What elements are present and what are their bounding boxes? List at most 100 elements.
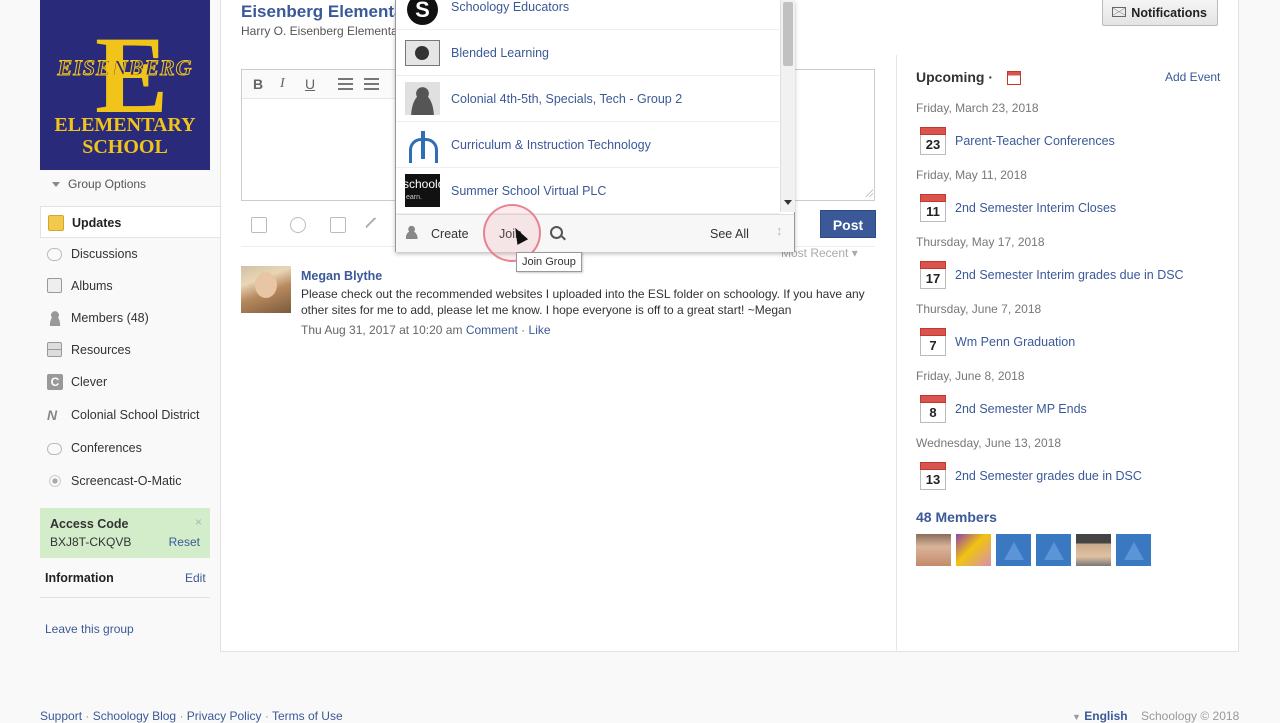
bullet-list-icon[interactable] <box>338 78 353 90</box>
sidebar-item-label: Albums <box>71 279 113 293</box>
chevron-down-icon <box>52 182 60 188</box>
discussions-icon <box>47 248 62 261</box>
sidebar-item-updates[interactable]: Updates <box>40 206 220 238</box>
post-meta: Thu Aug 31, 2017 at 10:20 am Comment · L… <box>301 323 551 337</box>
search-icon-handle <box>561 235 566 241</box>
group-item-blended-learning[interactable]: Blended Learning <box>396 30 779 76</box>
calendar-day-icon: 7 <box>920 328 946 356</box>
reorder-icon[interactable]: ↕ <box>776 223 783 238</box>
sidebar-item-label: Clever <box>71 375 108 389</box>
calendar-top <box>920 261 946 269</box>
see-all-link[interactable]: See All <box>710 227 749 241</box>
group-item-schoology-educators[interactable]: S Schoology Educators <box>396 0 779 30</box>
calendar-top <box>920 395 946 403</box>
italic-button[interactable]: I <box>280 76 285 92</box>
avatar[interactable] <box>241 266 291 313</box>
group-item-curriculum-instruction[interactable]: Curriculum & Instruction Technology <box>396 122 779 168</box>
attach-resource-icon[interactable] <box>330 217 346 233</box>
event-date: Friday, May 11, 2018 <box>916 168 1027 182</box>
member-avatar[interactable] <box>916 534 951 566</box>
member-avatar-default[interactable] <box>1036 534 1071 566</box>
reset-access-code-link[interactable]: Reset <box>169 535 200 549</box>
post-button[interactable]: Post <box>820 210 876 238</box>
group-options-menu[interactable]: Group Options <box>52 177 146 191</box>
members-icon <box>47 310 63 326</box>
event-day: 8 <box>929 405 937 420</box>
group-logo[interactable]: E EISENBERG ELEMENTARY SCHOOL <box>40 0 210 170</box>
scroll-down-arrow-icon[interactable] <box>784 200 792 205</box>
member-avatar-default[interactable] <box>1116 534 1151 566</box>
calendar-day-icon: 11 <box>920 194 946 222</box>
post-author[interactable]: Megan Blythe <box>301 269 382 283</box>
language-selector[interactable]: ▼ English <box>1072 709 1128 723</box>
column-divider <box>896 55 897 652</box>
footer-terms-link[interactable]: Terms of Use <box>272 709 343 723</box>
event-title-link[interactable]: 2nd Semester Interim Closes <box>955 201 1116 215</box>
event-title-link[interactable]: Parent-Teacher Conferences <box>955 134 1115 148</box>
group-item-label: Schoology Educators <box>451 0 570 14</box>
footer-privacy-link[interactable]: Privacy Policy <box>187 709 262 723</box>
underline-button[interactable]: U <box>305 76 315 92</box>
page-subtitle[interactable]: Harry O. Eisenberg Elementa <box>241 24 398 38</box>
event-date: Friday, March 23, 2018 <box>916 101 1039 115</box>
close-icon[interactable]: × <box>195 515 202 529</box>
sidebar-item-discussions[interactable]: Discussions <box>40 238 220 270</box>
event-title-link[interactable]: 2nd Semester grades due in DSC <box>955 469 1142 483</box>
calendar-top <box>920 127 946 135</box>
updates-icon <box>48 215 64 231</box>
sidebar-divider <box>40 597 210 598</box>
leave-group-link[interactable]: Leave this group <box>45 622 134 636</box>
member-avatar-default[interactable] <box>996 534 1031 566</box>
members-heading[interactable]: 48 Members <box>916 509 997 525</box>
group-item-label: Colonial 4th-5th, Specials, Tech - Group… <box>451 92 683 106</box>
bold-button[interactable]: B <box>253 76 263 92</box>
separator: · <box>179 709 184 723</box>
screencast-icon <box>49 475 61 487</box>
member-avatar[interactable] <box>1076 534 1111 566</box>
calendar-day-icon: 23 <box>920 127 946 155</box>
event-day: 23 <box>925 137 941 152</box>
group-item-colonial-4th-5th[interactable]: Colonial 4th-5th, Specials, Tech - Group… <box>396 76 779 122</box>
resize-handle-icon[interactable] <box>864 188 873 197</box>
district-icon: N <box>47 407 58 423</box>
calendar-icon[interactable] <box>1007 71 1021 85</box>
schoology-logo-icon: S <box>407 0 438 25</box>
sidebar-item-resources[interactable]: Resources <box>40 334 220 366</box>
sidebar-item-members[interactable]: Members (48) <box>40 302 220 334</box>
dropdown-scrollbar[interactable] <box>780 0 795 212</box>
attach-link-icon[interactable] <box>290 217 306 233</box>
sidebar-item-colonial-school-district[interactable]: N Colonial School District <box>40 399 220 431</box>
comment-link[interactable]: Comment <box>466 323 518 337</box>
event-date: Thursday, June 7, 2018 <box>916 302 1042 316</box>
conferences-icon <box>47 443 62 455</box>
blended-learning-icon <box>405 40 440 66</box>
group-item-summer-school[interactable]: schoolo earn. togeth Summer School Virtu… <box>396 168 779 214</box>
avatar-face <box>255 272 277 298</box>
sidebar-item-screencast[interactable]: Screencast-O-Matic <box>40 465 220 497</box>
attach-file-icon[interactable] <box>251 217 267 233</box>
event-title-link[interactable]: Wm Penn Graduation <box>955 335 1075 349</box>
member-avatar[interactable] <box>956 534 991 566</box>
sidebar-item-clever[interactable]: C Clever <box>40 366 220 398</box>
event-title-link[interactable]: 2nd Semester Interim grades due in DSC <box>955 268 1184 282</box>
create-group-button[interactable]: Create <box>431 227 469 241</box>
chevron-down-icon: ▼ <box>1072 712 1081 722</box>
upcoming-title: Upcoming · <box>916 69 993 85</box>
scrollbar-thumb[interactable] <box>783 2 793 66</box>
add-event-link[interactable]: Add Event <box>1165 70 1220 84</box>
event-title-link[interactable]: 2nd Semester MP Ends <box>955 402 1087 416</box>
page-title[interactable]: Eisenberg Elementa <box>241 2 404 22</box>
groups-dropdown[interactable]: S Schoology Educators Blended Learning C… <box>395 0 795 252</box>
sidebar-item-conferences[interactable]: Conferences <box>40 432 220 464</box>
information-edit-link[interactable]: Edit <box>185 571 206 585</box>
notifications-button[interactable]: Notifications <box>1102 0 1218 26</box>
event-day: 11 <box>926 204 940 219</box>
information-heading: Information <box>45 571 114 585</box>
access-code-title: Access Code <box>50 517 129 531</box>
numbered-list-icon[interactable] <box>364 78 379 90</box>
sidebar-item-albums[interactable]: Albums <box>40 270 220 302</box>
footer-support-link[interactable]: Support <box>40 709 82 723</box>
footer-blog-link[interactable]: Schoology Blog <box>93 709 176 723</box>
like-link[interactable]: Like <box>529 323 551 337</box>
post-date: Thu Aug 31, 2017 at 10:20 am <box>301 323 463 337</box>
